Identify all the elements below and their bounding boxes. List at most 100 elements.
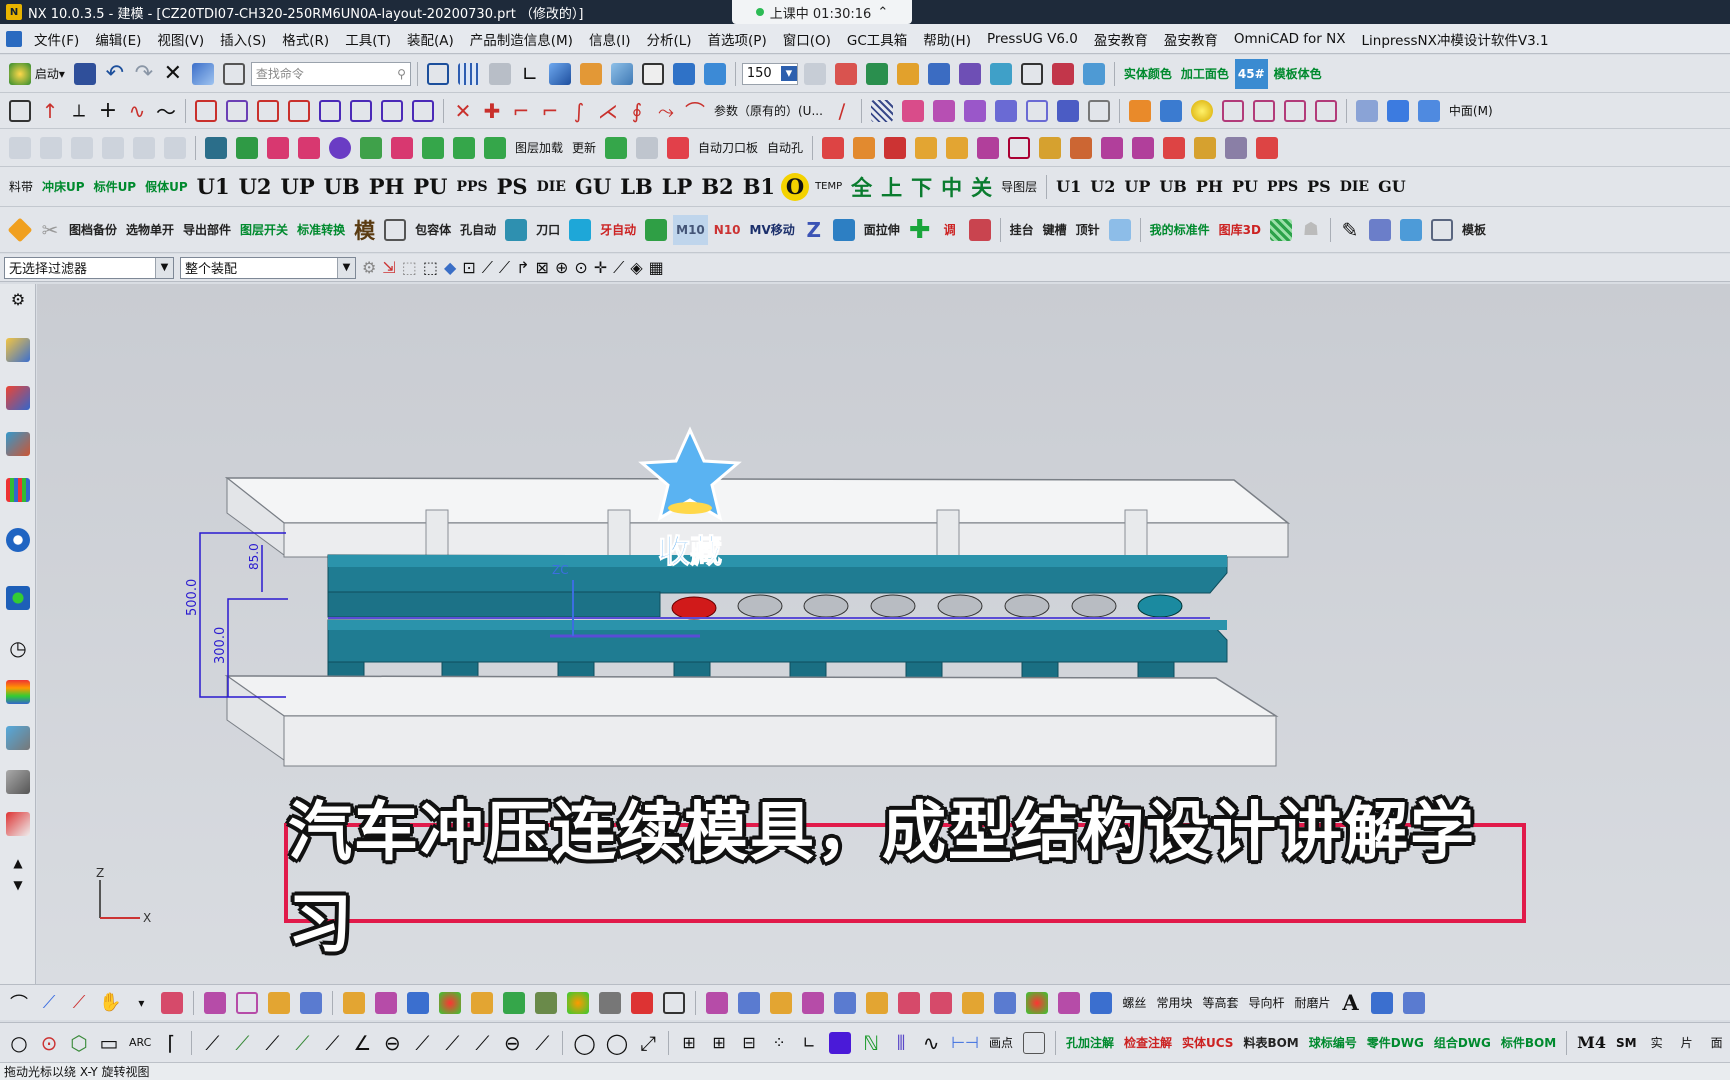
move-ps-button[interactable]: PS [1304, 172, 1334, 202]
layer-off-button[interactable]: 关 [968, 172, 995, 202]
add-button[interactable]: ✚ [906, 215, 934, 245]
layer-lb-button[interactable]: LB [617, 172, 656, 202]
adjust-button[interactable]: 调 [937, 215, 963, 245]
scroll-up-icon[interactable]: ▲ [6, 856, 30, 880]
die-tool-6[interactable] [161, 133, 189, 163]
web-browser-icon[interactable] [6, 528, 30, 552]
reuse-library-icon[interactable] [6, 478, 30, 502]
green-stack-button[interactable] [1267, 215, 1295, 245]
ruler-button[interactable] [1106, 215, 1134, 245]
revolve-button[interactable] [223, 96, 251, 126]
divide-button[interactable]: ✚ [479, 96, 505, 126]
tool4-button[interactable] [1018, 59, 1046, 89]
select-all-icon[interactable]: ⬚ [402, 258, 417, 277]
solid-color-button[interactable]: 实体颜色 [1121, 59, 1175, 89]
snap-point-icon[interactable]: ⊡ [462, 258, 475, 277]
sphere-button[interactable] [1188, 96, 1216, 126]
equal-height-sleeve-button[interactable]: 等高套 [1199, 988, 1241, 1018]
save-button[interactable] [71, 59, 99, 89]
clock-icon[interactable]: ◷ [6, 636, 30, 660]
bt-tool-22[interactable] [895, 988, 923, 1018]
cutting-edge-button[interactable] [481, 133, 509, 163]
bounding-body-button[interactable]: 包容体 [412, 215, 454, 245]
rotate-button[interactable] [701, 59, 729, 89]
draw-tool-j[interactable]: ⊞ [706, 1028, 732, 1058]
block2-button[interactable] [450, 133, 478, 163]
circle-button[interactable]: ○ [6, 1028, 32, 1058]
delete-button[interactable]: ✕ [160, 59, 186, 89]
asm4-button[interactable] [912, 133, 940, 163]
m10-button[interactable]: M10 [673, 214, 708, 245]
feature5-button[interactable] [1281, 96, 1309, 126]
pen-tool-button[interactable]: ✎ [1337, 215, 1363, 245]
bt-tool-24[interactable] [959, 988, 987, 1018]
move-button[interactable] [670, 59, 698, 89]
draw-line3-button[interactable]: ⟋ [259, 1028, 285, 1058]
balloon-number-button[interactable]: 球标编号 [1306, 1028, 1360, 1058]
snap-button[interactable] [863, 59, 891, 89]
draw-tool-l[interactable]: ⁘ [766, 1028, 792, 1058]
extend-button[interactable]: ∫ [566, 96, 592, 126]
grid-button[interactable] [455, 59, 483, 89]
arc-label-button[interactable]: ARC [126, 1028, 154, 1058]
draw-tool-k[interactable]: ⊟ [736, 1028, 762, 1058]
move-u2-button[interactable]: U2 [1087, 172, 1118, 202]
assembly-navigator-icon[interactable] [6, 338, 30, 362]
feature4-button[interactable] [1250, 96, 1278, 126]
move-gu-button[interactable]: GU [1375, 172, 1409, 202]
bt-tool-10[interactable] [500, 988, 528, 1018]
csys-button[interactable]: ⟂ [66, 96, 92, 126]
sm-button[interactable]: SM [1613, 1028, 1640, 1058]
layer-load-button[interactable]: 图层加载 [512, 133, 566, 163]
bridge-button[interactable] [347, 96, 375, 126]
mirror-curve-button[interactable] [409, 96, 437, 126]
endpoint-icon[interactable]: ⟋ [482, 258, 493, 278]
bt-tool-13[interactable] [596, 988, 624, 1018]
tool3-button[interactable] [987, 59, 1015, 89]
draw-tool-i[interactable]: ⊞ [676, 1028, 702, 1058]
press-up-button[interactable]: 冲床UP [39, 172, 88, 202]
fit-view-button[interactable] [424, 59, 452, 89]
machined-face-color-button[interactable]: 加工面色 [1178, 59, 1232, 89]
bt-tool-29[interactable] [1368, 988, 1396, 1018]
layer-b1-button[interactable]: B1 [740, 172, 778, 202]
strip-layout-button[interactable]: 料带 [6, 172, 36, 202]
feature8-button[interactable] [1384, 96, 1412, 126]
keyway-button[interactable]: 键槽 [1040, 215, 1070, 245]
box-select-icon[interactable]: ⬚ [423, 258, 438, 277]
wear-plate-button[interactable] [295, 133, 323, 163]
mv-move-button[interactable]: MV移动 [747, 215, 798, 245]
die-tool-3[interactable] [68, 133, 96, 163]
my-standard-parts-button[interactable]: 我的标准件 [1147, 215, 1213, 245]
box-button[interactable] [577, 59, 605, 89]
move-ph-button[interactable]: PH [1193, 172, 1226, 202]
bt-tool-25[interactable] [991, 988, 1019, 1018]
layer-upper-button[interactable]: 上 [878, 172, 905, 202]
start-button[interactable]: 启动 ▾ [6, 59, 68, 89]
bt-tool-2[interactable] [233, 988, 261, 1018]
point-on-curve-icon[interactable]: ⟋ [613, 258, 624, 278]
select-open-button[interactable]: 选物单开 [123, 215, 177, 245]
move-u1-button[interactable]: U1 [1053, 172, 1084, 202]
standard-convert-button[interactable]: 标准转换 [294, 215, 348, 245]
auto-cutting-plate-button[interactable]: 自动刀口板 [695, 133, 761, 163]
menu-yingan-2[interactable]: 盈安教育 [1156, 29, 1226, 49]
undo-button[interactable]: ↶ [102, 59, 128, 89]
layer-lower-button[interactable]: 下 [908, 172, 935, 202]
existing-point-icon[interactable]: ✛ [594, 258, 607, 277]
auto-hole-button[interactable]: 自动孔 [764, 133, 806, 163]
solid-select-icon[interactable]: ◆ [444, 258, 456, 277]
calculator-button[interactable] [202, 133, 230, 163]
parameters-button[interactable]: 参数（原有的）(U... [711, 96, 826, 126]
asm12-button[interactable] [1160, 133, 1188, 163]
z-button[interactable]: Z [801, 215, 827, 245]
chevron-up-icon[interactable]: ⌃ [877, 5, 888, 20]
bt-tool-15[interactable] [660, 988, 688, 1018]
bt-tool-26[interactable] [1023, 988, 1051, 1018]
control-point-icon[interactable]: ↱ [516, 258, 529, 277]
asm14-button[interactable] [1222, 133, 1250, 163]
eraser-button[interactable] [966, 215, 994, 245]
bt-tool-20[interactable] [831, 988, 859, 1018]
tool1-button[interactable] [925, 59, 953, 89]
die-tool-2[interactable] [37, 133, 65, 163]
